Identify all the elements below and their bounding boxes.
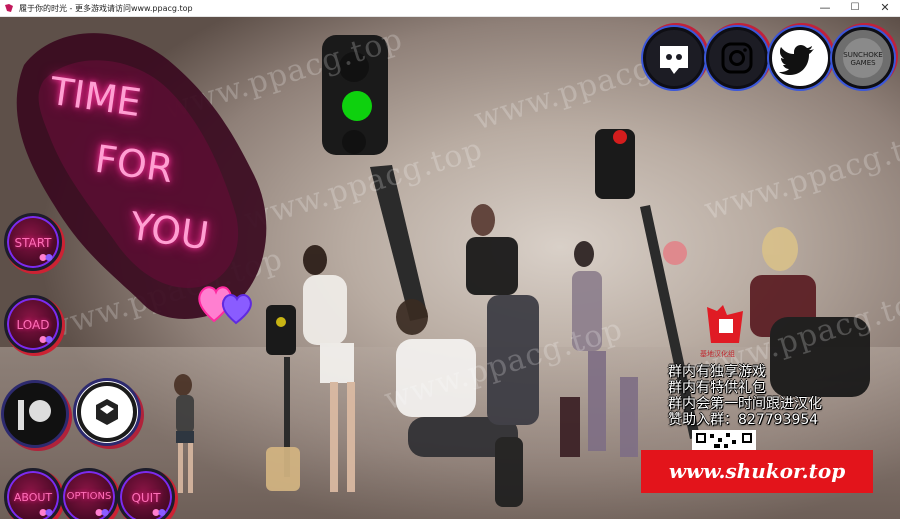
heart-icon [39, 254, 53, 261]
heart-icon [39, 336, 53, 343]
patreon-button[interactable] [4, 383, 66, 445]
sunchoke-text: SUNCHOKE GAMES [843, 51, 883, 67]
sunchoke-games-button[interactable]: SUNCHOKE GAMES [832, 27, 894, 89]
game-window: 履于你的时光 - 更多游戏请访问www.ppacg.top — ☐ ✕ www.… [0, 0, 900, 519]
title-screen: www.ppacg.top www.ppacg.top www.ppacg.to… [0, 17, 900, 519]
window-title: 履于你的时光 - 更多游戏请访问www.ppacg.top [19, 4, 193, 13]
close-button[interactable]: ✕ [870, 0, 900, 17]
subscribestar-icon [77, 382, 137, 442]
maximize-button[interactable]: ☐ [840, 0, 870, 17]
discord-icon [660, 46, 688, 74]
load-button[interactable]: LOAD [4, 295, 62, 353]
options-button[interactable]: OPTIONS [60, 468, 118, 519]
instagram-button[interactable] [706, 27, 768, 89]
app-icon [5, 4, 13, 12]
load-label: LOAD [16, 318, 50, 332]
about-button[interactable]: ABOUT [4, 468, 62, 519]
twitter-icon [779, 45, 814, 75]
minimize-button[interactable]: — [810, 0, 840, 17]
heart-icon [152, 509, 166, 516]
title-bar: 履于你的时光 - 更多游戏请访问www.ppacg.top — ☐ ✕ [0, 0, 900, 17]
quit-button[interactable]: QUIT [117, 468, 175, 519]
heart-icon [39, 509, 53, 516]
patreon-icon [18, 400, 51, 430]
badge-text: 基地汉化组 [700, 350, 735, 358]
neon-hearts-icon [198, 286, 252, 325]
options-label: OPTIONS [66, 491, 112, 502]
url-banner[interactable]: www.shukor.top [641, 450, 873, 493]
badge-logo-icon [707, 305, 743, 343]
about-label: ABOUT [13, 491, 53, 504]
twitter-button[interactable] [769, 27, 831, 89]
quit-label: QUIT [131, 491, 161, 505]
start-label: START [14, 236, 52, 250]
subscribestar-button[interactable] [76, 381, 138, 443]
instagram-icon [721, 42, 753, 74]
qr-code [692, 430, 756, 450]
start-button[interactable]: START [4, 213, 62, 271]
url-text: www.shukor.top [668, 459, 846, 483]
discord-button[interactable] [643, 27, 705, 89]
promo-line-4: 赞助入群：827793954 [668, 412, 819, 428]
heart-icon [95, 509, 109, 516]
